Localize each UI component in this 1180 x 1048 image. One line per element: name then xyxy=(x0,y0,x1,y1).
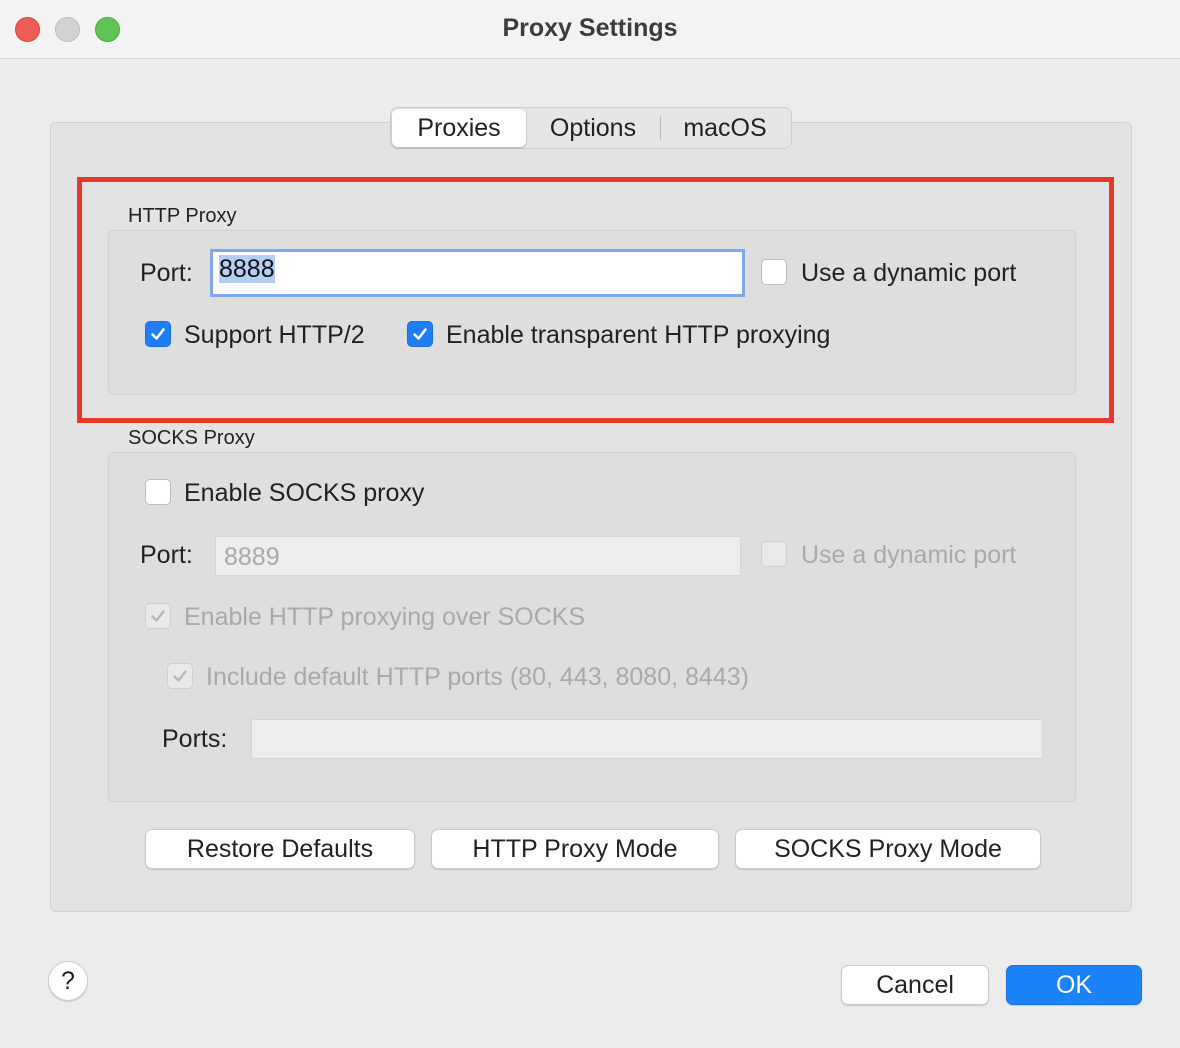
ok-label: OK xyxy=(1055,970,1093,999)
socks-port-label: Port: xyxy=(140,541,193,569)
socks-proxy-section-label: SOCKS Proxy xyxy=(128,427,255,449)
socks-dynamic-port-checkbox[interactable] xyxy=(761,541,787,567)
tab-proxies-label: Proxies xyxy=(417,113,501,142)
cancel-button[interactable]: Cancel xyxy=(841,965,989,1005)
socks-ports-field[interactable] xyxy=(251,719,1043,759)
socks-dynamic-port-label: Use a dynamic port xyxy=(801,541,1017,569)
highlight-box xyxy=(77,177,1114,423)
restore-defaults-label: Restore Defaults xyxy=(186,834,374,863)
checkmark-icon xyxy=(151,610,165,622)
tab-macos[interactable]: macOS xyxy=(661,109,789,147)
socks-ports-label: Ports: xyxy=(162,725,228,753)
socks-proxy-mode-label: SOCKS Proxy Mode xyxy=(774,834,1002,863)
cancel-label: Cancel xyxy=(876,970,954,999)
socks-port-field[interactable]: 8889 xyxy=(215,536,741,576)
socks-port-value: 8889 xyxy=(224,543,280,571)
restore-defaults-button[interactable]: Restore Defaults xyxy=(145,829,415,869)
checkmark-icon xyxy=(173,670,187,682)
help-button[interactable]: ? xyxy=(48,961,88,1001)
socks-proxy-mode-button[interactable]: SOCKS Proxy Mode xyxy=(735,829,1041,869)
window-title: Proxy Settings xyxy=(502,14,678,42)
http-over-socks-checkbox[interactable] xyxy=(145,603,171,629)
enable-socks-label: Enable SOCKS proxy xyxy=(184,479,425,507)
title-bar: Proxy Settings xyxy=(0,0,1180,59)
include-default-ports-checkbox[interactable] xyxy=(167,663,193,689)
tab-proxies[interactable]: Proxies xyxy=(392,109,526,147)
help-icon: ? xyxy=(61,966,75,995)
ok-button[interactable]: OK xyxy=(1006,965,1142,1005)
tab-options[interactable]: Options xyxy=(526,109,660,147)
http-proxy-mode-button[interactable]: HTTP Proxy Mode xyxy=(431,829,719,869)
tab-macos-label: macOS xyxy=(683,113,767,142)
http-proxy-mode-label: HTTP Proxy Mode xyxy=(472,834,678,863)
enable-socks-checkbox[interactable] xyxy=(145,479,171,505)
include-default-ports-label: Include default HTTP ports (80, 443, 808… xyxy=(206,663,749,691)
http-over-socks-label: Enable HTTP proxying over SOCKS xyxy=(184,603,586,631)
tab-options-label: Options xyxy=(549,113,637,142)
tab-bar: Proxies Options macOS xyxy=(390,107,792,149)
